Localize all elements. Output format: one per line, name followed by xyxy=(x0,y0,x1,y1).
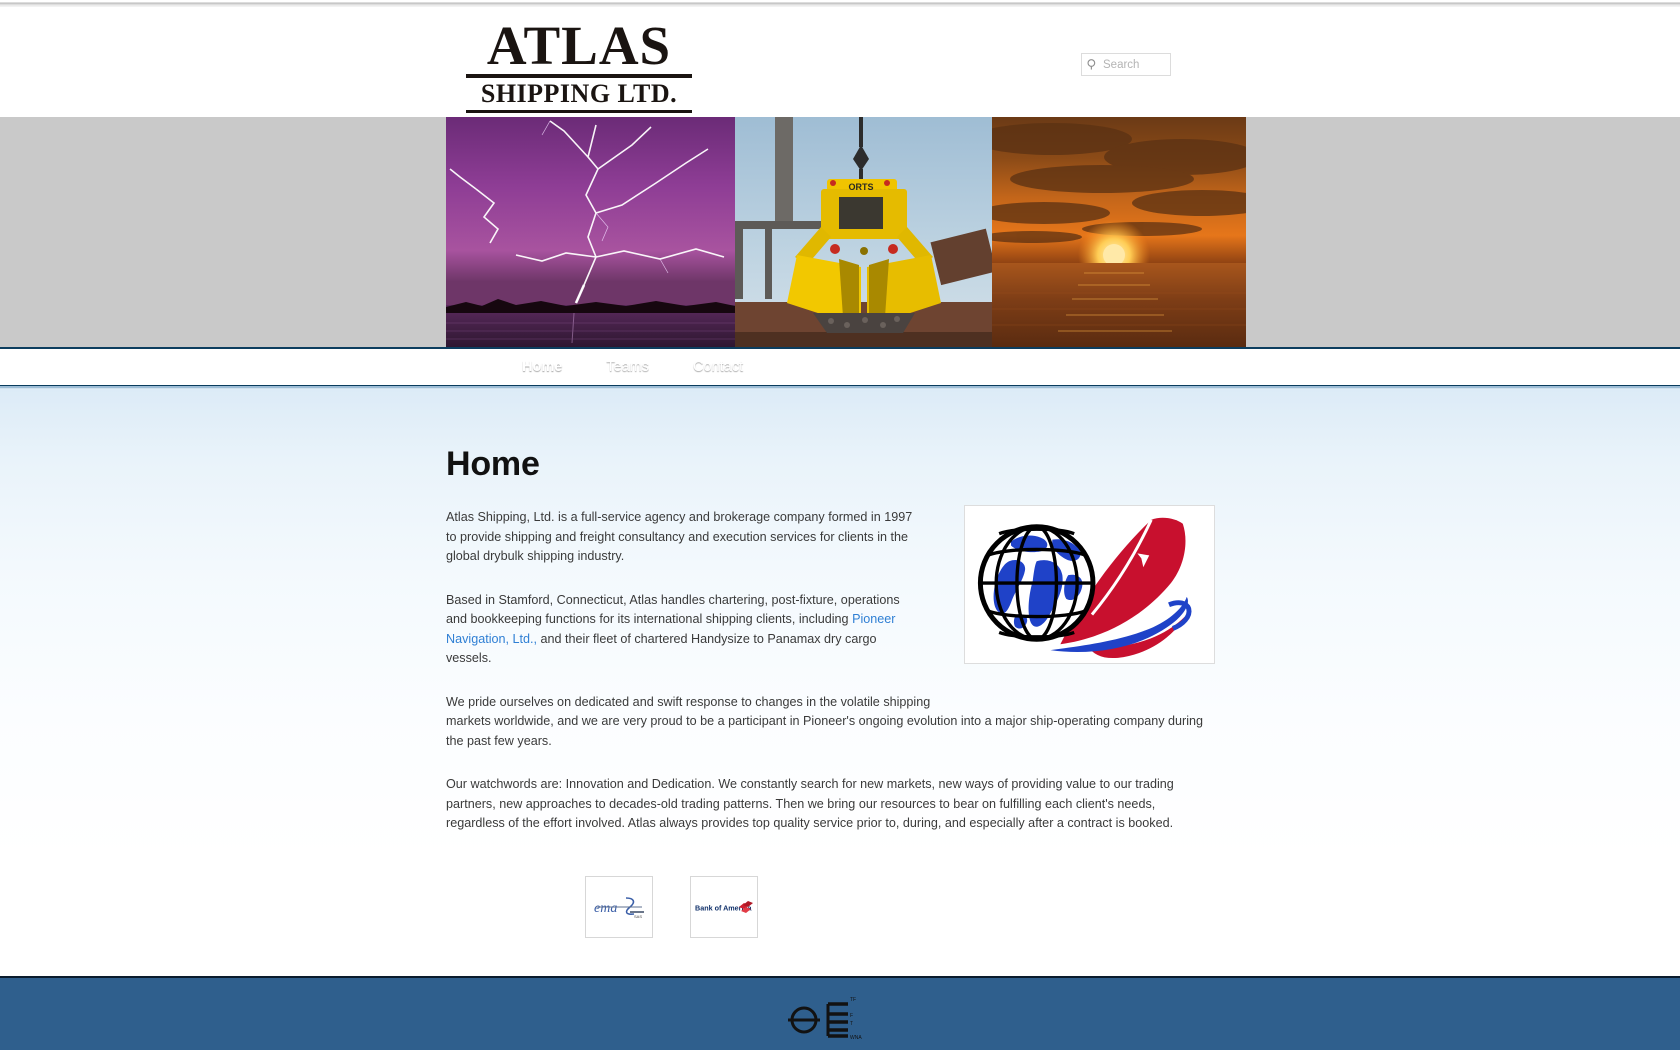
browser-chrome-strip xyxy=(0,0,1680,7)
brand-divider-bottom xyxy=(466,110,692,114)
page-title: Home xyxy=(446,444,540,483)
search-box[interactable] xyxy=(1081,53,1171,76)
paragraph-pride: We pride ourselves on dedicated and swif… xyxy=(446,693,1216,752)
ocean-sunset-photo xyxy=(992,117,1246,347)
banner-image-row: ORTS xyxy=(446,117,1246,347)
globe-swoosh-logo xyxy=(964,505,1215,664)
paragraph-pride-line2: markets worldwide, and we are very proud… xyxy=(446,714,1204,748)
brand-name: ATLAS xyxy=(486,15,672,76)
paragraph-intro: Atlas Shipping, Ltd. is a full-service a… xyxy=(446,510,913,563)
paragraph-location-text-before: Based in Stamford, Connecticut, Atlas ha… xyxy=(446,592,900,627)
nav-item-teams[interactable]: Teams xyxy=(584,349,671,386)
brand-tagline: SHIPPING LTD. xyxy=(480,79,678,109)
search-input[interactable] xyxy=(1103,58,1166,71)
svg-text:SAS: SAS xyxy=(634,914,642,919)
site-header: ATLAS SHIPPING LTD. xyxy=(0,7,1680,117)
svg-text:WNA: WNA xyxy=(850,1035,862,1041)
svg-text:F: F xyxy=(850,1013,853,1019)
svg-text:ORTS: ORTS xyxy=(848,182,873,192)
svg-text:ema: ema xyxy=(594,901,617,916)
nav-item-contact[interactable]: Contact xyxy=(671,349,765,386)
page-root: ATLAS SHIPPING LTD. Search ORTS Home Tea… xyxy=(0,0,1680,1050)
lightning-storm-over-water-photo xyxy=(446,117,735,347)
ema-script-logo[interactable]: ema SAS xyxy=(585,876,653,938)
plimsoll-load-line-mark: TF F T WNA xyxy=(786,990,866,1046)
paragraph-location: Based in Stamford, Connecticut, Atlas ha… xyxy=(446,591,916,669)
bank-of-america-logo[interactable]: Bank of America xyxy=(690,876,758,938)
paragraph-pride-line1: We pride ourselves on dedicated and swif… xyxy=(446,694,931,709)
yellow-grab-bucket-photo: ORTS xyxy=(735,117,992,347)
main-navigation: Home Teams Contact xyxy=(0,347,1680,386)
banner-strip: ORTS xyxy=(0,117,1680,347)
nav-list: Home Teams Contact xyxy=(500,349,765,386)
main-content: Home Atlas Shipping, Ltd. is a full-serv… xyxy=(0,389,1680,975)
nav-item-home[interactable]: Home xyxy=(500,349,584,386)
site-logo-atlas-shipping[interactable]: ATLAS SHIPPING LTD. xyxy=(466,15,692,114)
paragraph-watchwords: Our watchwords are: Innovation and Dedic… xyxy=(446,777,1174,830)
site-footer: TF F T WNA xyxy=(0,976,1680,1050)
partner-logos: ema SAS Bank of America xyxy=(585,876,758,938)
svg-text:TF: TF xyxy=(850,997,856,1003)
svg-text:T: T xyxy=(850,1021,853,1027)
search-icon xyxy=(1087,59,1096,70)
